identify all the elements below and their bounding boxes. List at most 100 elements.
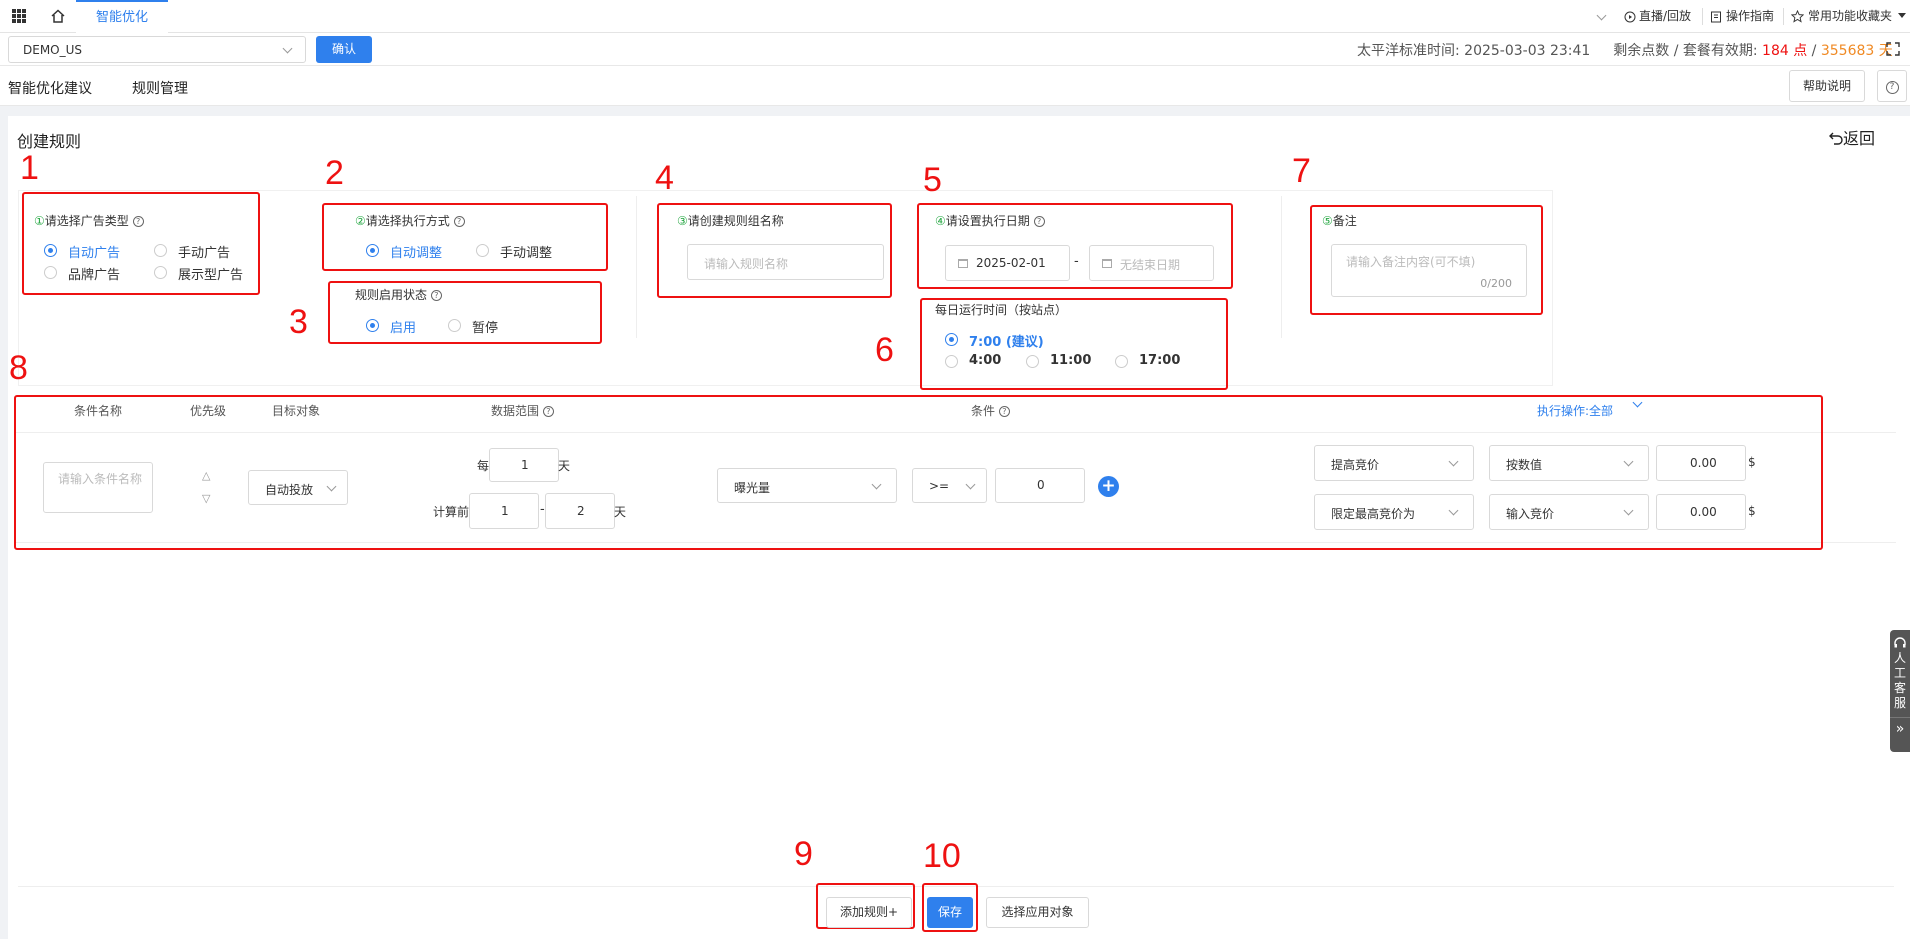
radio-brand-ad[interactable] xyxy=(44,266,57,279)
calc-to-value: 2 xyxy=(577,504,585,518)
label-enable[interactable]: 启用 xyxy=(390,317,416,336)
action1-select[interactable]: 提高竞价 xyxy=(1314,445,1474,481)
label-manual-adjust[interactable]: 手动调整 xyxy=(500,242,552,261)
save-button[interactable]: 保存 xyxy=(927,897,973,928)
priority-down-icon[interactable]: ▽ xyxy=(202,492,210,505)
end-date-input[interactable]: 无结束日期 xyxy=(1089,245,1214,281)
help-circle-button[interactable]: ? xyxy=(1877,70,1907,102)
chevron-down-icon xyxy=(1448,505,1459,516)
account-bar: DEMO_US 确认 太平洋标准时间: 2025-03-03 23:41 剩余点… xyxy=(0,33,1910,66)
customer-service-tab[interactable]: 人 工 客 服 » xyxy=(1890,630,1910,752)
select-apply-target-button[interactable]: 选择应用对象 xyxy=(986,897,1089,928)
points-slash: / xyxy=(1811,43,1817,59)
days-value: 355683 天 xyxy=(1820,43,1893,59)
annotation-1: 1 xyxy=(20,149,39,187)
header-data-range: 数据范围 ? xyxy=(491,402,554,419)
note-label: 备注 xyxy=(1332,214,1357,228)
caret-down-icon[interactable] xyxy=(1898,13,1906,18)
back-button[interactable]: 返回 xyxy=(1829,125,1875,149)
live-replay-link[interactable]: 直播/回放 xyxy=(1639,0,1691,33)
ad-type-title: ①请选择广告类型 ? xyxy=(34,212,144,229)
tab-smart-suggestions[interactable]: 智能优化建议 xyxy=(8,78,92,98)
label-display-ad[interactable]: 展示型广告 xyxy=(178,264,243,283)
help-icon[interactable]: ? xyxy=(132,216,144,227)
top-bar: 智能优化 直播/回放 操作指南 常用功能收藏夹 xyxy=(0,0,1910,33)
value1-input[interactable]: 0.00 xyxy=(1656,445,1746,481)
account-select[interactable]: DEMO_US xyxy=(8,36,306,63)
help-icon[interactable]: ? xyxy=(430,290,442,301)
calendar-icon xyxy=(958,259,968,268)
label-time-4[interactable]: 4:00 xyxy=(969,353,1001,368)
threshold-input[interactable]: 0 xyxy=(995,468,1085,503)
group-name-input[interactable]: 请输入规则名称 xyxy=(687,244,884,280)
chevron-down-icon xyxy=(1623,456,1634,467)
radio-time-4[interactable] xyxy=(945,355,958,368)
help-icon[interactable]: ? xyxy=(542,406,554,417)
annotation-3: 3 xyxy=(289,303,308,341)
radio-display-ad[interactable] xyxy=(154,266,167,279)
radio-time-11[interactable] xyxy=(1026,355,1039,368)
action1-value: 提高竞价 xyxy=(1331,458,1380,472)
radio-auto-adjust[interactable] xyxy=(366,244,379,257)
mode1-select[interactable]: 按数值 xyxy=(1489,445,1649,481)
calc-from-value: 1 xyxy=(501,504,509,518)
radio-manual-ad[interactable] xyxy=(154,244,167,257)
guide-link[interactable]: 操作指南 xyxy=(1726,0,1774,33)
help-icon[interactable]: ? xyxy=(453,216,465,227)
help-icon[interactable]: ? xyxy=(1033,216,1045,227)
priority-up-icon[interactable]: △ xyxy=(202,469,210,482)
label-brand-ad[interactable]: 品牌广告 xyxy=(68,264,120,283)
question-icon: ? xyxy=(1885,81,1899,94)
mode2-select[interactable]: 输入竞价 xyxy=(1489,494,1649,530)
header-priority: 优先级 xyxy=(190,404,227,418)
add-rule-button[interactable]: 添加规则+ xyxy=(826,897,912,928)
service-char: 客 xyxy=(1893,681,1906,695)
radio-time-7[interactable] xyxy=(945,333,958,346)
radio-enable[interactable] xyxy=(366,319,379,332)
label-auto-adjust[interactable]: 自动调整 xyxy=(390,242,442,261)
radio-pause[interactable] xyxy=(448,319,461,332)
chevron-down-icon xyxy=(871,479,882,490)
condition-name-input[interactable]: 请输入条件名称 xyxy=(43,462,153,513)
label-manual-ad[interactable]: 手动广告 xyxy=(178,242,230,261)
every-days-input[interactable]: 1 xyxy=(489,448,559,482)
radio-auto-ad[interactable] xyxy=(44,244,57,257)
help-button[interactable]: 帮助说明 xyxy=(1789,70,1865,102)
label-pause[interactable]: 暂停 xyxy=(472,317,498,336)
exec-date-label: 请设置执行日期 xyxy=(945,214,1030,228)
home-icon[interactable] xyxy=(50,8,66,24)
every-day-unit: 天 xyxy=(558,459,571,473)
label-auto-ad[interactable]: 自动广告 xyxy=(68,242,120,261)
add-condition-plus-icon[interactable]: + xyxy=(1098,476,1119,497)
guide-icon xyxy=(1711,11,1721,23)
calc-to-input[interactable]: 2 xyxy=(545,493,615,529)
note-textarea[interactable]: 请输入备注内容(可不填) 0/200 xyxy=(1331,244,1527,297)
value2-input[interactable]: 0.00 xyxy=(1656,494,1746,530)
favorites-menu[interactable]: 常用功能收藏夹 xyxy=(1808,0,1892,33)
note-placeholder: 请输入备注内容(可不填) xyxy=(1346,255,1476,269)
fullscreen-icon[interactable] xyxy=(1886,42,1900,56)
start-date-input[interactable]: 2025-02-01 xyxy=(945,245,1070,281)
operator-value: >= xyxy=(929,479,950,493)
radio-time-17[interactable] xyxy=(1115,355,1128,368)
help-icon[interactable]: ? xyxy=(998,406,1010,417)
operator-select[interactable]: >= xyxy=(912,468,987,503)
label-time-7[interactable]: 7:00 (建议) xyxy=(969,331,1044,350)
action2-select[interactable]: 限定最高竞价为 xyxy=(1314,494,1474,530)
points-value: 184 点 xyxy=(1762,43,1808,59)
label-time-11[interactable]: 11:00 xyxy=(1050,353,1091,368)
tab-rule-management[interactable]: 规则管理 xyxy=(132,78,188,98)
radio-manual-adjust[interactable] xyxy=(476,244,489,257)
header-action[interactable]: 执行操作:全部 xyxy=(1537,402,1613,419)
chevron-down-icon[interactable] xyxy=(1596,10,1607,21)
collapse-icon[interactable]: » xyxy=(1890,717,1910,737)
tab-smart-optimize[interactable]: 智能优化 xyxy=(76,0,168,33)
action-label: 执行操作: xyxy=(1537,404,1590,418)
confirm-button[interactable]: 确认 xyxy=(316,36,372,63)
metric-select[interactable]: 曝光量 xyxy=(717,468,897,503)
annotation-8: 8 xyxy=(9,349,28,387)
target-select[interactable]: 自动投放 xyxy=(248,470,348,505)
calc-from-input[interactable]: 1 xyxy=(469,493,539,529)
label-time-17[interactable]: 17:00 xyxy=(1139,353,1180,368)
apps-grid-icon[interactable] xyxy=(12,9,26,23)
